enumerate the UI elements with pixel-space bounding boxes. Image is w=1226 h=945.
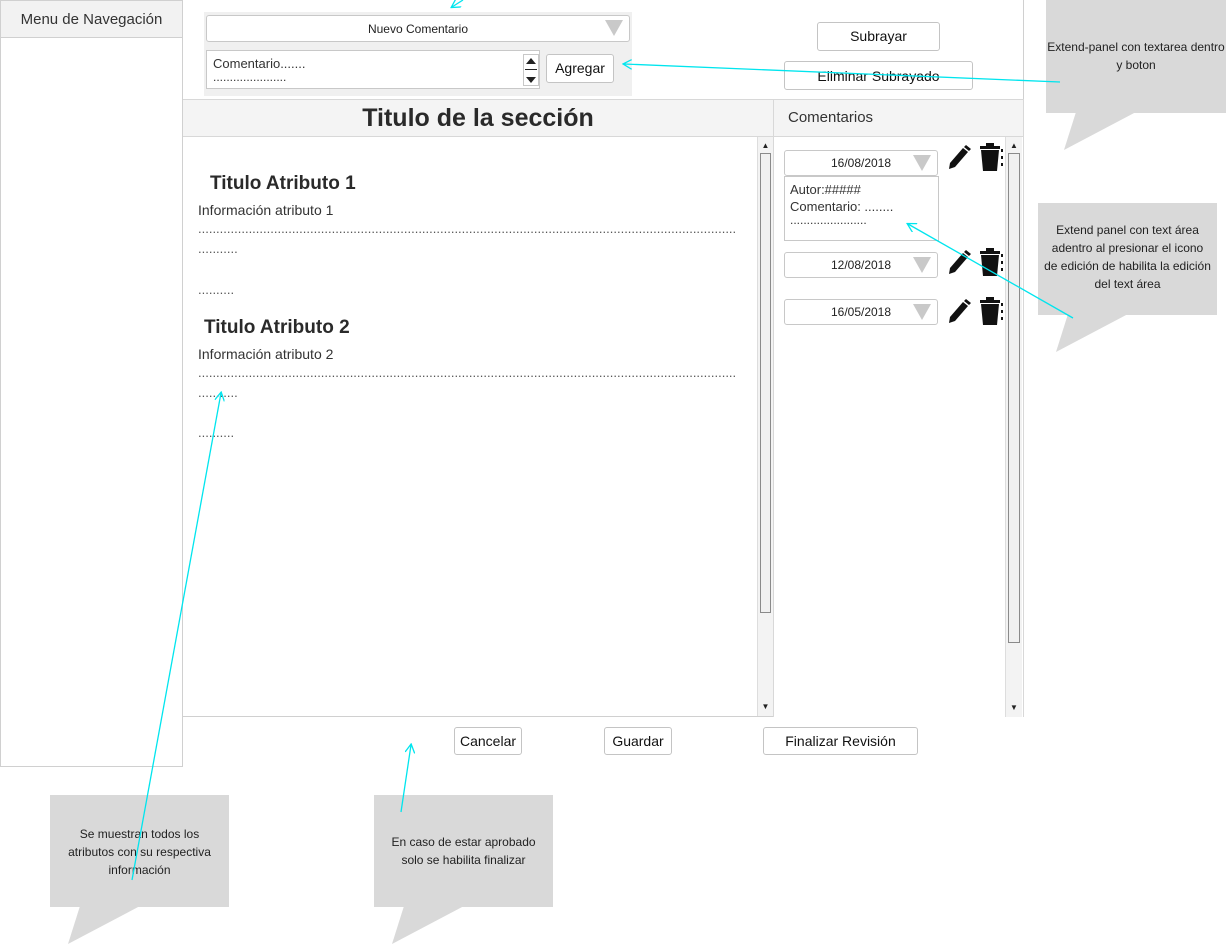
new-comment-dropdown[interactable]: Nuevo Comentario: [206, 15, 630, 42]
dropdown-triangle-icon: [913, 155, 931, 171]
callout-approved: En caso de estar aprobado solo se habili…: [374, 795, 553, 907]
attribute-2-title: Titulo Atributo 2: [204, 317, 350, 338]
cancel-button[interactable]: Cancelar: [454, 727, 522, 755]
comment-1-author: Autor:#####: [790, 182, 861, 197]
comment-3-date: 16/05/2018: [830, 305, 892, 319]
callout-tail: [392, 906, 464, 944]
scroll-up-icon[interactable]: ▲: [758, 139, 773, 153]
comments-scrollbar-thumb[interactable]: [1008, 153, 1020, 643]
attribute-1-dots-long: ........................................…: [198, 221, 735, 236]
scroll-down-icon[interactable]: ▼: [758, 700, 773, 714]
comment-2-date: 12/08/2018: [830, 258, 892, 272]
section-title: Titulo de la sección: [183, 99, 773, 137]
textarea-line-2: ......................: [213, 70, 287, 84]
new-comment-textarea[interactable]: Comentario....... ......................: [206, 50, 540, 89]
comments-title: Comentarios: [773, 99, 1024, 137]
attribute-2-dots-long: ........................................…: [198, 365, 735, 380]
comment-1-textarea[interactable]: Autor:##### Comentario: ........ .......…: [784, 176, 939, 241]
remove-underline-button[interactable]: Eliminar Subrayado: [784, 61, 973, 90]
comments-scrollbar[interactable]: ▲ ▼: [1005, 137, 1022, 717]
comment-1-date: 16/08/2018: [830, 156, 892, 170]
textarea-scrollbar[interactable]: [523, 54, 539, 86]
pencil-icon[interactable]: [946, 144, 972, 172]
pencil-icon[interactable]: [946, 249, 972, 277]
attribute-2-dots-short-2: ..........: [198, 425, 235, 440]
comment-3-date-dropdown[interactable]: 16/05/2018: [784, 299, 938, 325]
callout-extend-panel-text: Extend-panel con textarea dentro y boton: [1047, 40, 1225, 72]
content-scrollbar[interactable]: ▲ ▼: [757, 137, 773, 716]
callout-tail: [1056, 314, 1128, 352]
comment-1-text-line-2: .......................: [790, 213, 867, 227]
scroll-down-icon[interactable]: ▼: [1006, 701, 1022, 715]
finish-review-button[interactable]: Finalizar Revisión: [763, 727, 918, 755]
add-comment-button[interactable]: Agregar: [546, 54, 614, 83]
navigation-menu: Menu de Navegación: [0, 0, 183, 767]
new-comment-dropdown-label: Nuevo Comentario: [367, 22, 469, 36]
callout-attributes: Se muestran todos los atributos con su r…: [50, 795, 229, 907]
callout-tail: [1064, 112, 1136, 150]
comment-1-date-dropdown[interactable]: 16/08/2018: [784, 150, 938, 176]
attribute-1-dots-short-1: ...........: [198, 241, 238, 256]
dropdown-triangle-icon: [913, 257, 931, 273]
save-button[interactable]: Guardar: [604, 727, 672, 755]
trash-icon[interactable]: [978, 297, 1004, 327]
content-scrollbar-thumb[interactable]: [760, 153, 771, 613]
attribute-1-dots-short-2: ..........: [198, 282, 235, 297]
attribute-1-title: Titulo Atributo 1: [210, 173, 356, 194]
dropdown-triangle-icon: [605, 20, 623, 36]
section-content: Titulo Atributo 1 Información atributo 1…: [183, 137, 758, 716]
scroll-up-icon[interactable]: [526, 58, 536, 64]
callout-approved-text: En caso de estar aprobado solo se habili…: [391, 835, 536, 867]
scroll-up-icon[interactable]: ▲: [1006, 139, 1022, 153]
scroll-separator: [525, 69, 537, 70]
callout-extend-panel: Extend-panel con textarea dentro y boton: [1046, 0, 1226, 113]
attribute-2-dots-short-1: ...........: [198, 385, 238, 400]
attribute-2-info: Información atributo 2: [198, 346, 334, 362]
callout-edit-panel-text: Extend panel con text área adentro al pr…: [1044, 223, 1211, 291]
scroll-down-icon[interactable]: [526, 77, 536, 83]
callout-attributes-text: Se muestran todos los atributos con su r…: [68, 827, 211, 877]
callout-tail: [68, 906, 140, 944]
trash-icon[interactable]: [978, 143, 1004, 173]
comment-2-date-dropdown[interactable]: 12/08/2018: [784, 252, 938, 278]
underline-button[interactable]: Subrayar: [817, 22, 940, 51]
attribute-1-info: Información atributo 1: [198, 202, 334, 218]
nav-menu-title[interactable]: Menu de Navegación: [1, 1, 182, 38]
trash-icon[interactable]: [978, 248, 1004, 278]
pencil-icon[interactable]: [946, 298, 972, 326]
callout-edit-panel: Extend panel con text área adentro al pr…: [1038, 203, 1217, 315]
dropdown-triangle-icon: [913, 304, 931, 320]
